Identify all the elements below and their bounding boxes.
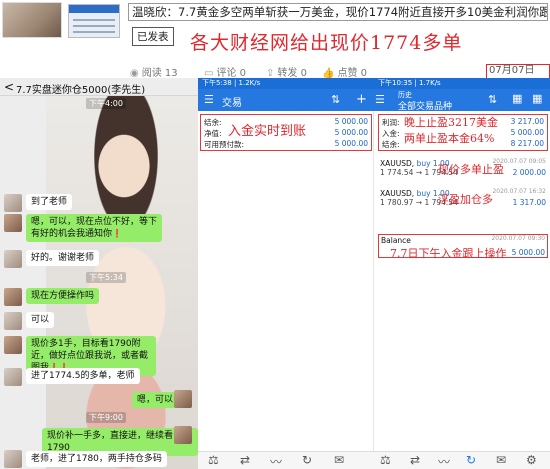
trading-panel: 下午5:38 | 1.2K/s 下午10:35 | 1.7K/s ☰ 交易 ⇅ … — [198, 78, 550, 469]
profit-label: 利润: — [382, 118, 400, 127]
stat-comment[interactable]: ▭ 评论 0 — [204, 64, 246, 79]
free-margin-value: 5 000.00 — [334, 139, 368, 148]
published-button[interactable]: 已发表 — [132, 27, 174, 46]
stat-like[interactable]: 👍 点赞 0 — [322, 64, 367, 79]
trade-icon[interactable]: ⇄ — [240, 453, 250, 467]
chat-message: 到了老师 — [26, 194, 73, 210]
balance-row-value: 5 000.00 — [511, 248, 545, 257]
position-date: 2020.07.07 16:32 — [492, 188, 546, 195]
deposit-annotation: 入金实时到账 — [228, 124, 307, 139]
avatar[interactable] — [4, 214, 22, 232]
history-icon[interactable]: ↻ — [302, 453, 312, 467]
avatar[interactable] — [174, 390, 192, 408]
deposit-value: 5 000.00 — [510, 128, 544, 137]
filter-icon[interactable]: ▦ — [532, 92, 542, 105]
post-header: 温晓欣：7.7黄金多空两单斩获一万美金，现价1774附近直接开多10美金利润你跟… — [0, 0, 550, 90]
add-icon[interactable]: + — [356, 92, 367, 107]
quotes-icon[interactable]: ✉ — [334, 453, 344, 467]
avatar[interactable] — [4, 194, 22, 212]
chat-message: 现在方便操作吗 — [26, 288, 100, 304]
chat-message: 可以 — [26, 312, 55, 328]
settings-icon[interactable]: ⚙ — [526, 453, 537, 467]
sort-icon[interactable]: ⇅ — [488, 93, 497, 106]
avatar[interactable] — [4, 288, 22, 306]
messages-icon[interactable]: ✉ — [496, 453, 506, 467]
menu-icon[interactable]: ☰ — [204, 93, 214, 106]
total-balance-value: 8 217.00 — [510, 139, 544, 148]
equity-label: 净值: — [204, 129, 222, 138]
line-icon-2[interactable]: 〰 — [438, 453, 450, 469]
avatar[interactable] — [4, 450, 22, 468]
balance-value: 5 000.00 — [334, 117, 368, 126]
history-column: 利润: 3 217.00 入金: 5 000.00 结余: 8 217.00 晚… — [376, 111, 550, 451]
chat-message: 老师，进了1780，两手持仓多码 — [26, 451, 167, 467]
chart-icon[interactable]: ⚖ — [208, 453, 219, 467]
avatar[interactable] — [4, 312, 22, 330]
status-bar: 下午5:38 | 1.2K/s 下午10:35 | 1.7K/s — [198, 78, 550, 89]
balance-row-date: 2020.07.07 09:30 — [491, 235, 545, 242]
afternoon-annotation: 7.7日下午入金跟上操作 — [390, 247, 507, 260]
chart-icon-2[interactable]: ⚖ — [380, 453, 391, 467]
chat-message: 嗯，可以，现在点位不好，等下有好的机会我通知你❗ — [26, 214, 162, 242]
menu-icon[interactable]: ☰ — [375, 93, 385, 106]
balance-row-label: Balance — [381, 236, 411, 245]
chat-message: 好的。谢谢老师 — [26, 250, 100, 266]
post-title[interactable]: 温晓欣：7.7黄金多空两单斩获一万美金，现价1774附近直接开多10美金利润你跟… — [128, 3, 548, 21]
emoji-icon: ❗ — [112, 229, 122, 238]
profit-annotation: 晚上止盈3217美金 — [404, 116, 498, 129]
position-profit: 2 000.00 — [512, 168, 546, 177]
screenshot-thumbnail[interactable] — [68, 4, 120, 38]
author-avatar[interactable] — [2, 2, 62, 38]
chat-time: 下午5:34 — [86, 272, 126, 283]
total-balance-label: 结余: — [382, 140, 400, 149]
float-annotation: 浮盈加仓多 — [438, 193, 493, 206]
trade-icon-2[interactable]: ⇄ — [410, 453, 420, 467]
chat-title: 7.7实盘迷你仓5000(李先生) — [16, 85, 146, 96]
line-icon[interactable]: 〰 — [270, 453, 282, 469]
avatar[interactable] — [4, 250, 22, 268]
stat-share[interactable]: ⇪ 转发 0 — [266, 64, 307, 79]
avatar[interactable] — [174, 426, 192, 444]
profit-value: 3 217.00 — [510, 117, 544, 126]
bottom-nav: ⚖ ⇄ 〰 ↻ ✉ ⚖ ⇄ 〰 ↻ ✉ ⚙ — [198, 451, 550, 469]
avatar[interactable] — [4, 368, 22, 386]
ratio-annotation: 两单止盈本金64% — [404, 132, 495, 145]
chat-message: 进了1774.5的多单，老师 — [26, 368, 140, 384]
history-icon-2[interactable]: ↻ — [466, 453, 476, 467]
calendar-icon[interactable]: ▦ — [512, 92, 522, 105]
equity-value: 5 000.00 — [334, 128, 368, 137]
avatar[interactable] — [4, 336, 22, 354]
chat-panel: < 7.7实盘迷你仓5000(李先生) 下午4:00 到了老师 嗯，可以，现在点… — [0, 78, 198, 469]
sort-icon[interactable]: ⇅ — [331, 93, 340, 106]
account-column: 结余: 5 000.00 净值: 5 000.00 可用预付款: 5 000.0… — [198, 111, 374, 451]
chat-header: < 7.7实盘迷你仓5000(李先生) — [0, 78, 198, 96]
balance-label: 结余: — [204, 118, 222, 127]
position-profit: 1 317.00 — [512, 198, 546, 207]
deposit-label: 入金: — [382, 129, 400, 138]
stat-read[interactable]: ◉ 阅读 13 — [130, 64, 178, 79]
entry-annotation: 现价多单止盈 — [438, 163, 504, 176]
chat-time: 下午9:00 — [86, 412, 126, 423]
chat-message: 嗯，可以 — [132, 392, 179, 408]
back-icon[interactable]: < — [4, 80, 14, 94]
headline: 各大财经网给出现价1774多单 — [190, 32, 463, 54]
title-bar: ☰ 交易 ⇅ + ☰ 历史 全部交易品种 ⇅ ▦ ▦ — [198, 89, 550, 112]
tab-trade-title: 交易 — [222, 98, 242, 109]
free-margin-label: 可用预付款: — [204, 140, 245, 149]
chat-time: 下午4:00 — [86, 98, 126, 109]
